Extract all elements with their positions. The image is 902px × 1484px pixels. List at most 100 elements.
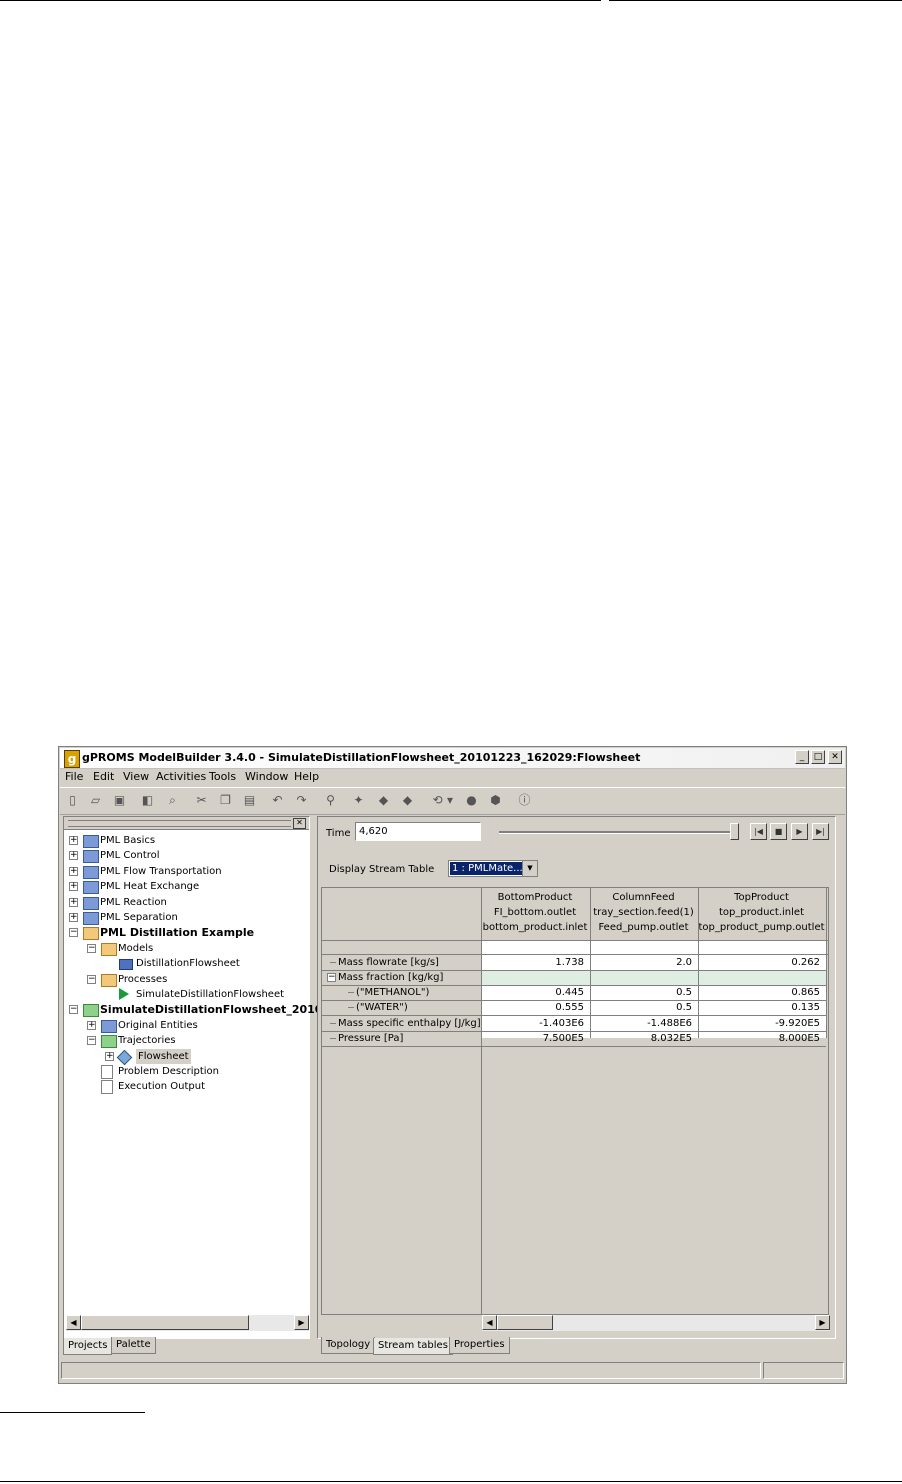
rewind-icon[interactable]: |◀ xyxy=(750,823,767,840)
title-bar[interactable]: g gPROMS ModelBuilder 3.4.0 - SimulateDi… xyxy=(60,748,845,769)
chevron-down-icon[interactable]: ▼ xyxy=(522,861,537,876)
find-icon[interactable]: ⚲ xyxy=(323,793,338,808)
undo-icon[interactable]: ↶ xyxy=(270,793,285,808)
display-stream-table-label: Display Stream Table xyxy=(329,864,435,875)
tab-properties[interactable]: Properties xyxy=(449,1337,510,1354)
redo-icon[interactable]: ↷ xyxy=(294,793,309,808)
table-cell[interactable]: 0.865 xyxy=(700,985,820,1000)
table-cell[interactable]: 0.135 xyxy=(700,1000,820,1015)
table-cell[interactable]: 1.738 xyxy=(483,955,584,970)
scroll-thumb[interactable] xyxy=(497,1315,553,1330)
table-cell[interactable]: 0.5 xyxy=(592,985,692,1000)
column-header[interactable]: BottomProduct FI_bottom.outlet bottom_prod… xyxy=(481,888,589,940)
pane-close-icon[interactable]: ✕ xyxy=(293,818,306,829)
minimize-button[interactable]: _ xyxy=(795,750,809,764)
row-label: Mass fraction [kg/kg] xyxy=(338,972,444,983)
fast-forward-icon[interactable]: ▶| xyxy=(812,823,829,840)
expand-icon[interactable]: + xyxy=(69,836,78,845)
panel-icon[interactable]: ◧ xyxy=(140,793,155,808)
column-header[interactable]: TopProduct top_product.inlet top_product_p… xyxy=(698,888,825,940)
new-icon[interactable]: ▯ xyxy=(65,793,80,808)
pane-grip[interactable] xyxy=(68,820,291,827)
scroll-left-icon[interactable]: ◀ xyxy=(482,1315,497,1330)
open-icon[interactable]: ▱ xyxy=(88,793,103,808)
back-icon[interactable]: ◆ xyxy=(376,793,391,808)
time-label: Time xyxy=(326,828,351,839)
tree-connector xyxy=(348,992,354,993)
tab-projects[interactable]: Projects xyxy=(63,1338,113,1355)
stop-icon[interactable]: ● xyxy=(464,793,479,808)
tab-topology[interactable]: Topology xyxy=(321,1337,376,1354)
scroll-left-icon[interactable]: ◀ xyxy=(66,1315,81,1330)
cut-icon[interactable]: ✂ xyxy=(194,793,209,808)
table-cell[interactable]: 0.262 xyxy=(700,955,820,970)
collapse-icon[interactable]: − xyxy=(69,928,78,938)
table-cell[interactable]: -1.403E6 xyxy=(483,1016,584,1031)
collapse-icon[interactable]: − xyxy=(87,974,96,984)
scroll-thumb[interactable] xyxy=(81,1315,249,1330)
expand-icon[interactable]: + xyxy=(69,866,78,876)
expand-icon[interactable]: + xyxy=(87,1020,96,1030)
stop-playback-icon[interactable]: ■ xyxy=(770,823,787,840)
save-icon[interactable]: ▣ xyxy=(112,793,127,808)
menu-activities[interactable]: Activities xyxy=(156,770,206,783)
menu-help[interactable]: Help xyxy=(294,770,319,783)
collapse-icon[interactable]: − xyxy=(327,973,336,982)
maximize-button[interactable]: □ xyxy=(811,750,825,764)
collapse-icon[interactable]: − xyxy=(87,1036,96,1046)
model-icon xyxy=(119,959,133,971)
expand-icon[interactable]: + xyxy=(105,1051,114,1061)
time-slider-thumb[interactable] xyxy=(730,823,739,840)
pause-icon[interactable]: ⬢ xyxy=(488,793,503,808)
scroll-right-icon[interactable]: ▶ xyxy=(294,1315,309,1330)
table-cell[interactable]: 7.500E5 xyxy=(483,1031,584,1046)
project-tree-pane: ✕ + PML Basics + PML Control + PML Flow Trans… xyxy=(63,816,338,1339)
play-icon[interactable]: ▶ xyxy=(791,823,808,840)
close-button[interactable]: ✕ xyxy=(828,750,842,764)
refresh-icon[interactable]: ⟲ xyxy=(430,793,445,808)
column-header-line: tray_section.feed(1) xyxy=(593,907,694,918)
table-cell[interactable]: 0.5 xyxy=(592,1000,692,1015)
info-icon[interactable]: ⓘ xyxy=(517,793,532,808)
table-cell[interactable]: 8.032E5 xyxy=(592,1031,692,1046)
preview-icon[interactable]: ⌕ xyxy=(165,793,180,808)
results-icon xyxy=(83,1004,99,1018)
collapse-icon[interactable]: − xyxy=(87,943,96,953)
tree-hscrollbar[interactable]: ◀ ▶ xyxy=(66,1315,309,1331)
tab-palette[interactable]: Palette xyxy=(111,1337,156,1354)
window-title: gPROMS ModelBuilder 3.4.0 - SimulateDist… xyxy=(82,751,641,764)
stream-table-pane: Time 4,620 |◀ ■ ▶ ▶| Display Stream Tabl… xyxy=(317,816,836,1339)
expand-icon[interactable]: + xyxy=(69,897,78,907)
tab-stream-tables[interactable]: Stream tables xyxy=(373,1338,453,1355)
menu-view[interactable]: View xyxy=(123,770,149,783)
time-input[interactable]: 4,620 xyxy=(355,822,481,841)
forward-icon[interactable]: ◆ xyxy=(400,793,415,808)
menu-tools[interactable]: Tools xyxy=(209,770,236,783)
column-header-line: BottomProduct xyxy=(497,892,573,903)
table-cell[interactable]: 2.0 xyxy=(592,955,692,970)
table-cell[interactable]: -1.488E6 xyxy=(592,1016,692,1031)
expand-icon[interactable]: + xyxy=(69,882,78,892)
table-cell[interactable]: -9.920E5 xyxy=(700,1016,820,1031)
expand-icon[interactable]: + xyxy=(69,913,78,922)
paste-icon[interactable]: ▤ xyxy=(242,793,257,808)
column-header[interactable]: ColumnFeed tray_section.feed(1) Feed_pump.… xyxy=(590,888,697,940)
refresh-dropdown-icon[interactable]: ▾ xyxy=(446,793,454,808)
tree-item-label: Execution Output xyxy=(118,1081,205,1093)
table-hscrollbar[interactable]: ◀ ▶ xyxy=(482,1315,830,1331)
menu-bar: File Edit View Activities Tools Window H… xyxy=(60,768,845,786)
table-cell[interactable]: 8.000E5 xyxy=(700,1031,820,1046)
collapse-icon[interactable]: − xyxy=(69,1005,78,1015)
menu-edit[interactable]: Edit xyxy=(93,770,114,783)
expand-icon[interactable]: + xyxy=(69,851,78,861)
display-stream-table-select[interactable]: 1 : PMLMate... ▼ xyxy=(448,860,538,877)
scroll-right-icon[interactable]: ▶ xyxy=(815,1315,830,1330)
menu-file[interactable]: File xyxy=(65,770,83,783)
table-cell[interactable]: 0.445 xyxy=(483,985,584,1000)
time-slider-track[interactable] xyxy=(499,831,739,834)
refactor-icon[interactable]: ✦ xyxy=(351,793,366,808)
tree-item-label: Original Entities xyxy=(118,1019,198,1031)
table-cell[interactable]: 0.555 xyxy=(483,1000,584,1015)
menu-window[interactable]: Window xyxy=(245,770,288,783)
copy-icon[interactable]: ❐ xyxy=(218,793,233,808)
